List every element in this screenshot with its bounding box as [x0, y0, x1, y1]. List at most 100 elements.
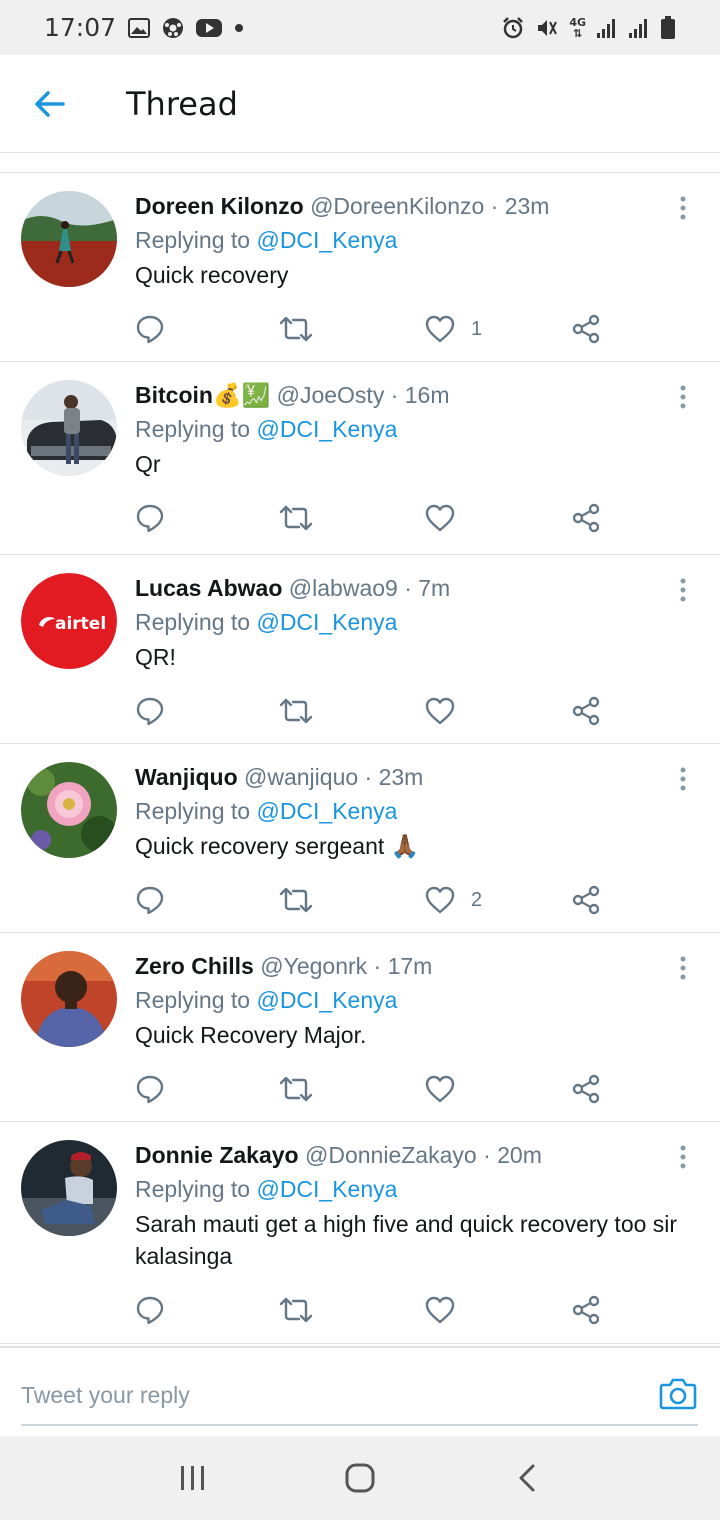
- tweet-author-name[interactable]: Bitcoin💰💹: [135, 382, 270, 408]
- avatar[interactable]: [21, 380, 117, 476]
- like-button[interactable]: [425, 1073, 471, 1105]
- mention-link[interactable]: @DCI_Kenya: [256, 987, 397, 1013]
- avatar[interactable]: [21, 1140, 117, 1236]
- nav-back-button[interactable]: [497, 1448, 557, 1508]
- share-icon: [572, 1295, 600, 1325]
- tweet-text: Quick recovery: [135, 262, 289, 288]
- retweet-button[interactable]: [279, 884, 313, 916]
- tweet-text: QR!: [135, 644, 176, 670]
- retweet-icon: [279, 698, 313, 724]
- tweet[interactable]: Zero Chills @Yegonrk · 17m Replying to @…: [0, 933, 720, 1122]
- tweet[interactable]: Wanjiquo @wanjiquo · 23m Replying to @DC…: [0, 744, 720, 933]
- avatar-label: airtel: [55, 614, 106, 634]
- more-options-button[interactable]: [668, 193, 698, 223]
- reply-icon: [136, 1075, 164, 1104]
- tweet-header: Wanjiquo @wanjiquo · 23m: [135, 762, 680, 792]
- tweet[interactable]: Donnie Zakayo @DonnieZakayo · 20m Replyi…: [0, 1122, 720, 1344]
- tweet-handle[interactable]: @DonnieZakayo: [305, 1142, 477, 1168]
- tweet-handle[interactable]: @labwao9: [289, 575, 398, 601]
- replying-prefix: Replying to: [135, 609, 257, 635]
- avatar[interactable]: [21, 191, 117, 287]
- like-button[interactable]: 2: [425, 884, 482, 916]
- recent-apps-icon: [181, 1466, 205, 1490]
- tweet-author-name[interactable]: Lucas Abwao: [135, 575, 282, 601]
- like-button[interactable]: 1: [425, 313, 482, 345]
- tweet-header: Donnie Zakayo @DonnieZakayo · 20m: [135, 1140, 680, 1170]
- more-vertical-icon: [680, 956, 686, 980]
- retweet-button[interactable]: [279, 502, 313, 534]
- more-options-button[interactable]: [668, 575, 698, 605]
- tweet-handle[interactable]: @wanjiquo: [244, 764, 358, 790]
- more-vertical-icon: [680, 196, 686, 220]
- more-options-button[interactable]: [668, 1142, 698, 1172]
- tweet[interactable]: airtel Lucas Abwao @labwao9 · 7m Replyin…: [0, 555, 720, 744]
- more-vertical-icon: [680, 385, 686, 409]
- more-options-button[interactable]: [668, 764, 698, 794]
- tweet-handle[interactable]: @DoreenKilonzo: [310, 193, 484, 219]
- reply-button[interactable]: [135, 502, 165, 534]
- share-button[interactable]: [571, 695, 601, 727]
- reply-button[interactable]: [135, 1294, 165, 1326]
- tweet-author-name[interactable]: Donnie Zakayo: [135, 1142, 299, 1168]
- reply-button[interactable]: [135, 884, 165, 916]
- avatar[interactable]: [21, 762, 117, 858]
- tweet-handle[interactable]: @Yegonrk: [260, 953, 367, 979]
- home-icon: [345, 1463, 375, 1493]
- like-button[interactable]: [425, 695, 471, 727]
- retweet-button[interactable]: [279, 1294, 313, 1326]
- mention-link[interactable]: @DCI_Kenya: [256, 609, 397, 635]
- heart-icon: [425, 504, 455, 532]
- reply-button[interactable]: [135, 313, 165, 345]
- share-icon: [572, 503, 600, 533]
- tweet-author-name[interactable]: Doreen Kilonzo: [135, 193, 304, 219]
- recent-apps-button[interactable]: [163, 1448, 223, 1508]
- mention-link[interactable]: @DCI_Kenya: [256, 227, 397, 253]
- tweet-text: Quick recovery sergeant 🙏🏾: [135, 833, 420, 859]
- share-button[interactable]: [571, 1294, 601, 1326]
- tweet-actions: [135, 1051, 680, 1131]
- more-options-button[interactable]: [668, 953, 698, 983]
- tweet-header: Zero Chills @Yegonrk · 17m: [135, 951, 680, 981]
- like-button[interactable]: [425, 1294, 471, 1326]
- camera-button[interactable]: [658, 1374, 698, 1414]
- heart-icon: [425, 1296, 455, 1324]
- tweet-actions: [135, 673, 680, 753]
- tweet[interactable]: Doreen Kilonzo @DoreenKilonzo · 23m Repl…: [0, 173, 720, 362]
- replying-prefix: Replying to: [135, 416, 257, 442]
- retweet-button[interactable]: [279, 313, 313, 345]
- mention-link[interactable]: @DCI_Kenya: [256, 1176, 397, 1202]
- tweet[interactable]: Bitcoin💰💹 @JoeOsty · 16m Replying to @DC…: [0, 362, 720, 555]
- thread-list[interactable]: Doreen Kilonzo @DoreenKilonzo · 23m Repl…: [0, 153, 720, 1346]
- more-options-button[interactable]: [668, 382, 698, 412]
- mention-link[interactable]: @DCI_Kenya: [256, 416, 397, 442]
- reply-button[interactable]: [135, 695, 165, 727]
- avatar[interactable]: airtel: [21, 573, 117, 669]
- replying-to: Replying to @DCI_Kenya: [135, 605, 680, 639]
- reply-input[interactable]: Tweet your reply: [21, 1366, 698, 1426]
- tweet-handle[interactable]: @JoeOsty: [277, 382, 385, 408]
- retweet-button[interactable]: [279, 695, 313, 727]
- share-button[interactable]: [571, 884, 601, 916]
- share-button[interactable]: [571, 313, 601, 345]
- tweet-author-name[interactable]: Wanjiquo: [135, 764, 238, 790]
- replying-prefix: Replying to: [135, 1176, 257, 1202]
- share-button[interactable]: [571, 1073, 601, 1105]
- heart-icon: [425, 1075, 455, 1103]
- reply-button[interactable]: [135, 1073, 165, 1105]
- tweet-time: · 23m: [364, 764, 424, 790]
- alarm-icon: [501, 16, 525, 40]
- like-button[interactable]: [425, 502, 471, 534]
- heart-icon: [425, 315, 455, 343]
- like-count: 1: [471, 317, 483, 340]
- tweet-author-name[interactable]: Zero Chills: [135, 953, 254, 979]
- mention-link[interactable]: @DCI_Kenya: [256, 798, 397, 824]
- back-button[interactable]: [0, 55, 100, 153]
- home-button[interactable]: [330, 1448, 390, 1508]
- status-left: 17:07: [44, 13, 244, 42]
- tweet-text: Quick Recovery Major.: [135, 1022, 367, 1048]
- share-icon: [572, 696, 600, 726]
- replying-to: Replying to @DCI_Kenya: [135, 983, 680, 1017]
- share-button[interactable]: [571, 502, 601, 534]
- retweet-button[interactable]: [279, 1073, 313, 1105]
- avatar[interactable]: [21, 951, 117, 1047]
